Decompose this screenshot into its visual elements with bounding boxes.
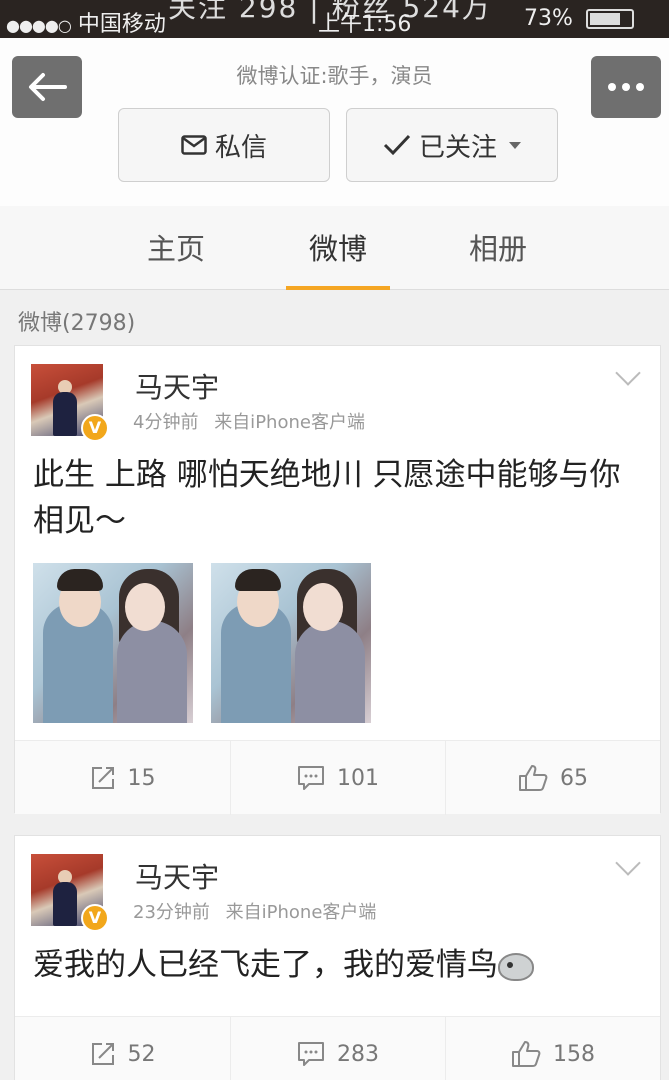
profile-tabs: 主页 微博 相册 bbox=[0, 206, 669, 290]
post-photo[interactable] bbox=[33, 563, 193, 723]
thumbs-up-icon bbox=[519, 765, 548, 791]
chevron-down-icon[interactable] bbox=[615, 850, 641, 876]
clock: 上午1:56 bbox=[318, 12, 412, 37]
post-time: 4分钟前 bbox=[133, 412, 199, 433]
like-count: 158 bbox=[553, 1041, 595, 1067]
comment-button[interactable]: 101 bbox=[230, 741, 445, 815]
active-tab-indicator bbox=[286, 286, 390, 290]
status-bar: 关注 298 | 粉丝 524万 ●●●●○ 中国移动 上午1:56 73% bbox=[0, 0, 669, 38]
follow-label: 已关注 bbox=[418, 132, 497, 163]
bird-emoji-icon bbox=[498, 952, 534, 981]
follow-button[interactable]: 已关注 bbox=[346, 108, 558, 182]
repost-count: 52 bbox=[127, 1041, 156, 1067]
post-meta: 23分钟前 来自iPhone客户端 bbox=[133, 898, 376, 924]
signal-icon: ●●●●○ bbox=[6, 16, 72, 35]
mail-icon bbox=[181, 135, 207, 155]
check-icon bbox=[383, 134, 411, 156]
like-count: 65 bbox=[560, 765, 588, 791]
comment-button[interactable]: 283 bbox=[230, 1017, 445, 1080]
dropdown-caret-icon bbox=[509, 141, 521, 149]
more-button[interactable] bbox=[591, 56, 661, 118]
post-photo[interactable] bbox=[211, 563, 371, 723]
tab-album[interactable]: 相册 bbox=[438, 226, 558, 268]
chevron-down-icon[interactable] bbox=[615, 360, 641, 386]
carrier: ●●●●○ 中国移动 bbox=[6, 6, 166, 38]
post-author[interactable]: 马天宇 bbox=[135, 856, 219, 896]
post-source: 来自iPhone客户端 bbox=[214, 412, 365, 433]
battery: 73% bbox=[524, 6, 634, 31]
post-card: V 马天宇 4分钟前 来自iPhone客户端 此生 上路 哪怕天绝地川 只愿途中… bbox=[14, 345, 661, 815]
battery-icon bbox=[585, 9, 634, 29]
repost-count: 15 bbox=[127, 765, 156, 791]
repost-button[interactable]: 15 bbox=[15, 741, 230, 815]
post-author[interactable]: 马天宇 bbox=[135, 366, 219, 406]
post-card: V 马天宇 23分钟前 来自iPhone客户端 爱我的人已经飞走了，我的爱情鸟 … bbox=[14, 835, 661, 1080]
post-text: 爱我的人已经飞走了，我的爱情鸟 bbox=[33, 947, 498, 983]
battery-percent: 73% bbox=[524, 6, 573, 31]
tab-weibo[interactable]: 微博 bbox=[278, 226, 398, 268]
post-time: 23分钟前 bbox=[133, 902, 210, 923]
carrier-name: 中国移动 bbox=[77, 12, 166, 37]
post-meta: 4分钟前 来自iPhone客户端 bbox=[133, 408, 365, 434]
verified-badge-icon: V bbox=[81, 414, 109, 442]
post-actions: 52 283 158 bbox=[15, 1016, 660, 1080]
repost-icon bbox=[91, 767, 114, 789]
like-button[interactable]: 158 bbox=[445, 1017, 660, 1080]
tab-home[interactable]: 主页 bbox=[116, 226, 236, 268]
message-button[interactable]: 私信 bbox=[118, 108, 330, 182]
repost-icon bbox=[91, 1043, 114, 1065]
certification-text: 微博认证:歌手，演员 bbox=[236, 64, 433, 88]
message-label: 私信 bbox=[214, 132, 267, 163]
post-text-wrap: 爱我的人已经飞走了，我的爱情鸟 bbox=[33, 942, 643, 988]
repost-button[interactable]: 52 bbox=[15, 1017, 230, 1080]
post-actions: 15 101 65 bbox=[15, 740, 660, 815]
like-button[interactable]: 65 bbox=[445, 741, 660, 815]
post-source: 来自iPhone客户端 bbox=[225, 902, 377, 923]
weibo-count: 微博(2798) bbox=[18, 311, 136, 336]
comment-count: 101 bbox=[337, 765, 379, 791]
profile-header: 微博认证:歌手，演员 私信 已关注 bbox=[0, 38, 669, 206]
more-icon bbox=[608, 83, 644, 91]
verified-badge-icon: V bbox=[81, 904, 109, 932]
comment-icon bbox=[298, 1042, 324, 1066]
post-text: 此生 上路 哪怕天绝地川 只愿途中能够与你相见～ bbox=[33, 457, 621, 539]
thumbs-up-icon bbox=[512, 1041, 541, 1067]
comment-icon bbox=[298, 766, 324, 790]
comment-count: 283 bbox=[337, 1041, 379, 1067]
